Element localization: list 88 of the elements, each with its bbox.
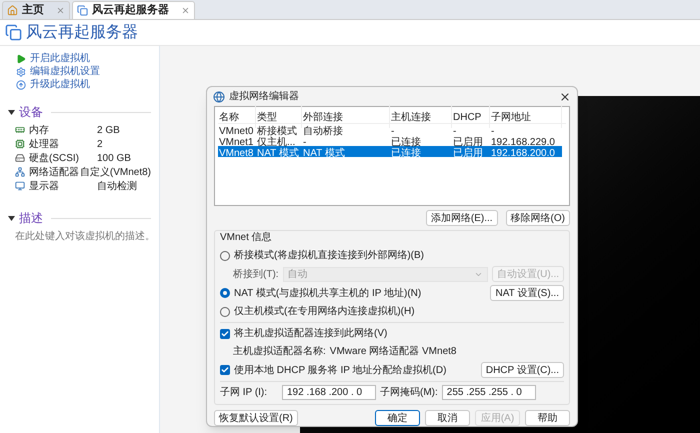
network-globe-icon — [213, 90, 225, 103]
table-cell: 仅主机... — [257, 136, 296, 148]
dialog-button[interactable]: 恢复默认设置(R) — [214, 410, 298, 426]
dialog-button[interactable]: 移除网络(O) — [506, 210, 570, 226]
collapse-caret-icon[interactable] — [8, 216, 15, 220]
column-header[interactable]: 外部连接 — [303, 112, 343, 123]
device-name[interactable]: 内存 — [29, 122, 49, 138]
radio-button[interactable] — [220, 306, 230, 316]
radio-label: 桥接模式(将虚拟机直接连接到外部网络)(B) — [234, 248, 424, 263]
memory-icon — [15, 125, 25, 135]
device-value: 2 — [97, 138, 103, 152]
collapse-caret-icon[interactable] — [8, 110, 15, 114]
column-header[interactable]: 子网地址 — [491, 112, 531, 123]
table-cell: 已连接 — [391, 148, 421, 159]
table-cell: 192.168.229.0 — [491, 136, 555, 148]
dialog-button[interactable]: 添加网络(E)... — [426, 210, 498, 226]
field-label: 子网掩码(M): — [380, 386, 438, 400]
vm-title: 风云再起服务器 — [26, 22, 138, 42]
device-name[interactable]: 网络适配器 — [29, 164, 79, 180]
table-cell: 已启用 — [453, 148, 483, 159]
dialog-button[interactable]: 确定 — [375, 410, 420, 426]
checkbox[interactable] — [220, 328, 230, 338]
table-row[interactable]: VMnet0 桥接模式 自动桥接 - - - — [218, 124, 562, 136]
radio-label: NAT 模式(与虚拟机共享主机的 IP 地址)(N) — [234, 286, 422, 300]
radio-button[interactable] — [220, 250, 230, 260]
table-cell: - — [453, 126, 456, 137]
column-header[interactable]: 名称 — [219, 112, 239, 123]
table-cell: VMnet8 — [219, 148, 254, 159]
field-label: 主机虚拟适配器名称: — [233, 344, 326, 359]
table-cell: - — [491, 126, 494, 137]
checkbox-label: 使用本地 DHCP 服务将 IP 地址分配给虚拟机(D) — [234, 364, 446, 378]
section-heading: 设备 — [19, 104, 43, 121]
dialog-button[interactable]: DHCP 设置(C)... — [480, 362, 564, 378]
tab[interactable]: 风云再起服务器 — [72, 1, 195, 19]
table-cell: - — [303, 136, 306, 148]
dialog-title: 虚拟网络编辑器 — [229, 90, 300, 104]
subnet-mask-field[interactable]: 255 .255 .255 . 0 — [442, 385, 536, 400]
field-label: 桥接到(T): — [233, 268, 279, 282]
subnet-ip-field[interactable]: 192 .168 .200 . 0 — [282, 385, 376, 400]
vm-icon — [77, 5, 88, 16]
device-value: 100 GB — [97, 152, 131, 166]
tab-label: 风云再起服务器 — [92, 2, 169, 18]
device-value: 自定义(VMnet8) — [80, 166, 151, 180]
table-cell: 自动桥接 — [303, 126, 343, 137]
table-cell: 已连接 — [391, 136, 421, 148]
section-heading: 描述 — [19, 210, 43, 227]
table-cell: NAT 模式 — [303, 148, 345, 159]
action-link[interactable]: 开启此虚拟机 — [30, 51, 90, 66]
device-name[interactable]: 硬盘(SCSI) — [29, 150, 79, 166]
network-icon — [15, 167, 25, 177]
column-header[interactable]: 主机连接 — [391, 112, 431, 123]
radio-label: 仅主机模式(在专用网络内连接虚拟机)(H) — [234, 304, 415, 319]
table-cell: NAT 模式 — [257, 148, 299, 159]
description-field[interactable]: 在此处键入对该虚拟机的描述。 — [8, 229, 151, 244]
column-header[interactable]: DHCP — [453, 112, 482, 123]
cpu-icon — [15, 139, 25, 149]
field-label: 子网 IP (I): — [220, 386, 268, 400]
tab[interactable]: 主页 — [2, 1, 70, 19]
dialog-button[interactable]: NAT 设置(S)... — [490, 285, 564, 301]
table-cell: VMnet1 — [219, 136, 254, 148]
table-cell: VMnet0 — [219, 126, 254, 137]
tab-label: 主页 — [22, 2, 44, 18]
device-name[interactable]: 处理器 — [29, 136, 59, 152]
monitor-icon — [15, 181, 25, 191]
device-name[interactable]: 显示器 — [29, 178, 59, 194]
home-icon — [7, 5, 18, 16]
device-value: 自动检测 — [97, 180, 137, 194]
group-title: VMnet 信息 — [220, 230, 273, 245]
column-header[interactable]: 类型 — [257, 112, 277, 123]
device-value: 2 GB — [97, 124, 120, 138]
adapter-name: VMware 网络适配器 VMnet8 — [330, 344, 456, 359]
action-link[interactable]: 编辑虚拟机设置 — [30, 64, 100, 79]
table-cell: 桥接模式 — [257, 126, 297, 137]
close-icon[interactable] — [559, 90, 571, 103]
dialog-button[interactable]: 取消 — [425, 410, 470, 426]
dialog-button[interactable]: 帮助 — [525, 410, 570, 426]
radio-button[interactable] — [220, 288, 230, 298]
play-icon — [16, 54, 26, 64]
table-row[interactable]: VMnet1 仅主机... - 已连接 已启用 192.168.229.0 — [218, 135, 562, 146]
table-row[interactable]: VMnet8 NAT 模式 NAT 模式 已连接 已启用 192.168.200.0 — [218, 146, 562, 158]
table-cell: 已启用 — [453, 136, 483, 148]
vm-icon — [5, 24, 22, 41]
action-link[interactable]: 升级此虚拟机 — [30, 77, 90, 92]
checkbox-label: 将主机虚拟适配器连接到此网络(V) — [234, 326, 388, 341]
checkbox[interactable] — [220, 365, 230, 375]
table-cell: 192.168.200.0 — [491, 148, 555, 159]
settings-icon — [16, 66, 26, 76]
table-cell: - — [391, 126, 394, 137]
